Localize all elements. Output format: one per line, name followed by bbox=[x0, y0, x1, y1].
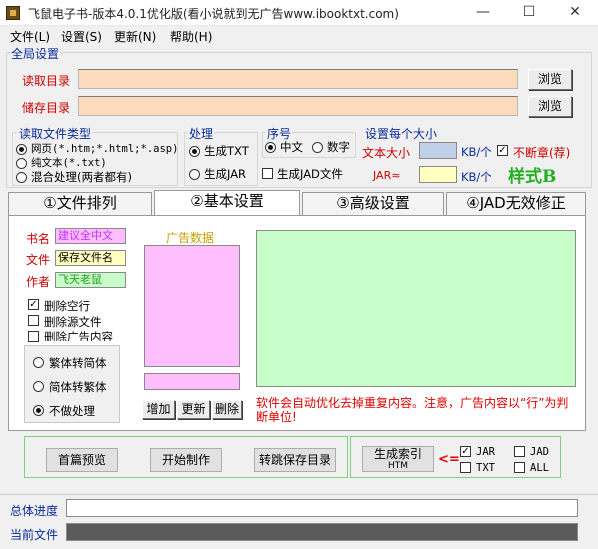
size-title: 设置每个大小 bbox=[364, 125, 439, 142]
generate-index-htm-label: HTM bbox=[387, 461, 409, 471]
process-txt-radio[interactable] bbox=[189, 146, 200, 157]
start-button[interactable]: 开始制作 bbox=[150, 448, 222, 472]
index-jar-checkbox[interactable]: ✓ bbox=[460, 446, 471, 457]
process-jar-radio[interactable] bbox=[189, 169, 200, 180]
simp-to-trad-radio[interactable] bbox=[33, 381, 44, 392]
index-jad-label: JAD bbox=[530, 446, 549, 458]
delete-source-checkbox[interactable] bbox=[28, 315, 39, 326]
trad-to-simp-label: 繁体转简体 bbox=[49, 356, 107, 370]
tab-jad-fix[interactable]: ④JAD无效修正 bbox=[446, 192, 586, 215]
index-all-label: ALL bbox=[530, 462, 549, 474]
browse-save-button[interactable]: 浏览 bbox=[528, 96, 572, 117]
no-break-label: 不断章(荐) bbox=[513, 146, 571, 160]
file-type-html-label: 网页(*.htm;*.html;*.asp) bbox=[31, 143, 179, 155]
update-ad-button[interactable]: 更新 bbox=[177, 400, 210, 419]
order-number-radio[interactable] bbox=[312, 142, 323, 153]
no-conversion-label: 不做处理 bbox=[49, 404, 95, 418]
index-all-checkbox[interactable] bbox=[514, 462, 525, 473]
title-bar: 飞鼠电子书-版本4.0.1优化版(看小说就到无广告www.ibooktxt.co… bbox=[0, 0, 598, 26]
menu-settings[interactable]: 设置(S) bbox=[61, 28, 102, 45]
file-type-txt-label: 纯文本(*.txt) bbox=[31, 157, 107, 169]
index-jad-checkbox[interactable] bbox=[514, 446, 525, 457]
author-label: 作者 bbox=[26, 275, 51, 289]
file-name-label: 文件 bbox=[26, 253, 51, 267]
delete-ad-button[interactable]: 删除 bbox=[212, 400, 242, 419]
arrow-left-icon: <= bbox=[438, 452, 460, 467]
generate-jad-label: 生成JAD文件 bbox=[277, 167, 343, 181]
generate-jad-checkbox[interactable] bbox=[262, 168, 273, 179]
ad-data-title: 广告数据 bbox=[166, 231, 215, 245]
browse-read-button[interactable]: 浏览 bbox=[528, 69, 572, 90]
process-txt-label: 生成TXT bbox=[204, 144, 249, 158]
ad-list[interactable] bbox=[144, 245, 240, 367]
delete-source-label: 删除源文件 bbox=[44, 315, 102, 329]
read-dir-input[interactable] bbox=[78, 69, 518, 89]
generate-index-label: 生成索引 bbox=[373, 447, 422, 461]
book-name-label: 书名 bbox=[26, 232, 51, 246]
file-name-input[interactable]: 保存文件名 bbox=[55, 250, 126, 266]
book-name-input[interactable]: 建议全中文 bbox=[55, 228, 126, 244]
tab-file-order[interactable]: ①文件排列 bbox=[8, 192, 152, 215]
delete-ad-checkbox[interactable] bbox=[28, 331, 39, 342]
add-ad-button[interactable]: 增加 bbox=[142, 400, 175, 419]
current-progress-bar bbox=[66, 523, 578, 541]
file-type-mixed-label: 混合处理(两者都有) bbox=[31, 170, 132, 184]
file-type-html-radio[interactable] bbox=[16, 144, 27, 155]
save-dir-input[interactable] bbox=[78, 96, 518, 116]
order-number-label: 数字 bbox=[327, 140, 350, 154]
file-type-txt-radio[interactable] bbox=[16, 158, 27, 169]
file-type-mixed-radio[interactable] bbox=[16, 172, 27, 183]
index-jar-label: JAR bbox=[476, 446, 495, 458]
preview-textarea[interactable] bbox=[256, 230, 576, 387]
jar-size-input[interactable] bbox=[419, 166, 457, 183]
tab-basic-settings[interactable]: ②基本设置 bbox=[154, 190, 300, 216]
save-dir-label: 储存目录 bbox=[22, 101, 71, 115]
total-progress-label: 总体进度 bbox=[10, 504, 59, 518]
app-icon bbox=[6, 6, 20, 20]
close-button[interactable]: ✕ bbox=[552, 0, 598, 26]
delete-ad-label: 删除广告内容 bbox=[44, 330, 113, 341]
global-settings-title: 全局设置 bbox=[10, 45, 61, 62]
no-break-checkbox[interactable]: ✓ bbox=[497, 145, 508, 156]
menu-help[interactable]: 帮助(H) bbox=[170, 28, 212, 45]
total-progress-bar bbox=[66, 499, 578, 517]
jar-size-label: JAR≈ bbox=[373, 169, 401, 182]
file-type-title: 读取文件类型 bbox=[18, 125, 93, 142]
generate-index-button[interactable]: 生成索引 HTM bbox=[362, 446, 434, 472]
no-conversion-radio[interactable] bbox=[33, 405, 44, 416]
text-size-label: 文本大小 bbox=[362, 146, 411, 160]
order-chinese-label: 中文 bbox=[280, 140, 303, 154]
window-title: 飞鼠电子书-版本4.0.1优化版(看小说就到无广告www.ibooktxt.co… bbox=[28, 7, 399, 21]
read-dir-label: 读取目录 bbox=[22, 74, 71, 88]
notice-text: 软件会自动优化去掉重复内容。注意，广告内容以“行”为判断单位! bbox=[256, 396, 569, 424]
simp-to-trad-label: 简体转繁体 bbox=[49, 380, 107, 394]
trad-to-simp-radio[interactable] bbox=[33, 357, 44, 368]
index-txt-label: TXT bbox=[476, 462, 495, 474]
current-file-label: 当前文件 bbox=[10, 528, 59, 542]
process-jar-label: 生成JAR bbox=[204, 167, 247, 181]
jar-size-unit: KB/个 bbox=[461, 170, 492, 184]
tab-advanced-settings[interactable]: ③高级设置 bbox=[302, 192, 444, 215]
text-size-unit: KB/个 bbox=[461, 145, 492, 159]
index-txt-checkbox[interactable] bbox=[460, 462, 471, 473]
jump-save-dir-button[interactable]: 转跳保存目录 bbox=[254, 448, 336, 472]
style-label[interactable]: 样式B bbox=[508, 162, 556, 187]
text-size-input[interactable] bbox=[419, 142, 457, 159]
process-title: 处理 bbox=[188, 125, 215, 142]
maximize-button[interactable]: ☐ bbox=[506, 0, 552, 26]
delete-blank-label: 删除空行 bbox=[44, 299, 90, 313]
ad-input[interactable] bbox=[144, 373, 240, 390]
order-chinese-radio[interactable] bbox=[265, 142, 276, 153]
menu-update[interactable]: 更新(N) bbox=[114, 28, 156, 45]
minimize-button[interactable]: — bbox=[460, 0, 506, 26]
delete-blank-checkbox[interactable]: ✓ bbox=[28, 299, 39, 310]
author-input[interactable]: 飞天老鼠 bbox=[55, 272, 126, 288]
menu-file[interactable]: 文件(L) bbox=[10, 28, 50, 45]
first-preview-button[interactable]: 首篇预览 bbox=[46, 448, 118, 472]
